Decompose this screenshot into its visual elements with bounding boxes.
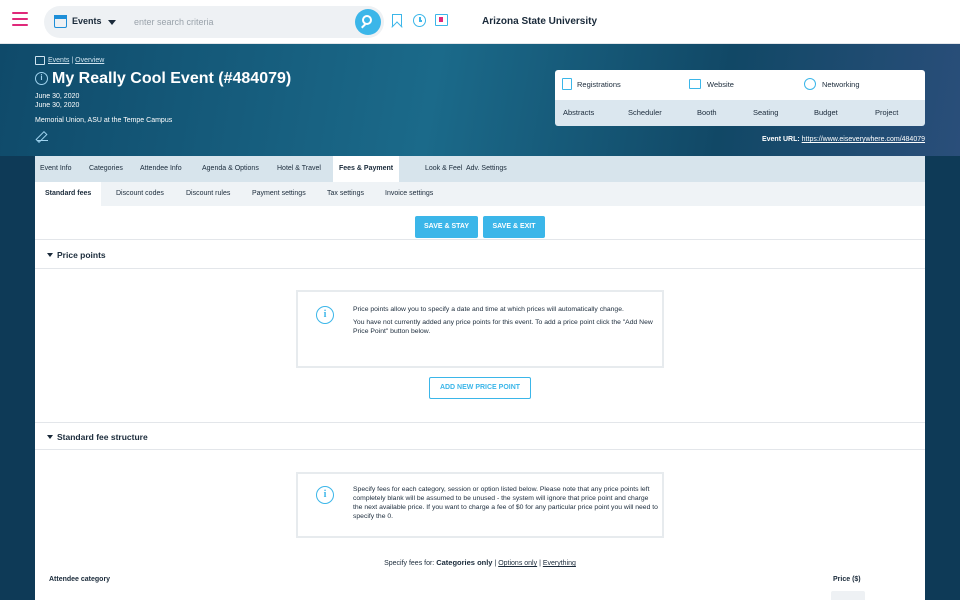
content-panel: Event Info Categories Attendee Info Agen… xyxy=(35,156,925,600)
breadcrumb: Events | Overview xyxy=(48,57,105,64)
event-end-date: June 30, 2020 xyxy=(35,102,80,109)
global-search-bar: Events xyxy=(44,6,384,38)
tab-attendee-info[interactable]: Attendee Info xyxy=(140,165,182,172)
networking-icon xyxy=(804,78,816,90)
event-header: Events | Overview i My Really Cool Event… xyxy=(0,44,960,156)
top-bar: Events Arizona State University xyxy=(0,0,960,44)
breadcrumb-overview[interactable]: Overview xyxy=(75,57,104,64)
subtab-invoice-settings[interactable]: Invoice settings xyxy=(385,190,433,197)
search-input[interactable] xyxy=(134,14,334,30)
quicknav-abstracts[interactable]: Abstracts xyxy=(563,108,594,117)
fee-structure-info-box: i Specify fees for each category, sessio… xyxy=(296,472,664,538)
section-title: Price points xyxy=(57,250,106,260)
tab-adv-settings[interactable]: Adv. Settings xyxy=(466,165,507,172)
search-button[interactable] xyxy=(355,9,381,35)
section-title: Standard fee structure xyxy=(57,432,148,442)
events-icon xyxy=(35,56,45,65)
save-stay-button[interactable]: SAVE & STAY xyxy=(415,216,478,238)
quicknav-registrations[interactable]: Registrations xyxy=(577,80,621,89)
breadcrumb-events[interactable]: Events xyxy=(48,57,69,64)
caret-down-icon xyxy=(47,253,53,257)
price-points-header[interactable]: Price points xyxy=(35,241,925,269)
quicknav-booth[interactable]: Booth xyxy=(697,108,717,117)
fee-filter-current: Categories only xyxy=(436,558,493,567)
price-points-info-text: Price points allow you to specify a date… xyxy=(353,305,653,336)
quicknav-project[interactable]: Project xyxy=(875,108,898,117)
tab-hotel-travel[interactable]: Hotel & Travel xyxy=(277,165,321,172)
page-title: My Really Cool Event (#484079) xyxy=(52,70,292,87)
subtab-tax-settings[interactable]: Tax settings xyxy=(327,190,364,197)
tab-agenda-options[interactable]: Agenda & Options xyxy=(202,165,259,172)
tab-event-info[interactable]: Event Info xyxy=(40,165,72,172)
quicknav-scheduler[interactable]: Scheduler xyxy=(628,108,662,117)
recent-icon[interactable] xyxy=(413,14,426,27)
event-start-date: June 30, 2020 xyxy=(35,93,80,100)
fee-filter-everything[interactable]: Everything xyxy=(543,560,576,567)
add-price-point-button[interactable]: ADD NEW PRICE POINT xyxy=(429,377,531,399)
quicknav-budget[interactable]: Budget xyxy=(814,108,838,117)
quick-nav: Registrations Website Networking Abstrac… xyxy=(555,70,925,126)
info-icon[interactable]: i xyxy=(35,72,48,85)
info-icon: i xyxy=(316,306,334,324)
edit-icon[interactable] xyxy=(37,131,48,141)
quicknav-seating[interactable]: Seating xyxy=(753,108,778,117)
menu-icon[interactable] xyxy=(12,12,28,26)
registrations-icon xyxy=(562,78,572,90)
quicknav-networking[interactable]: Networking xyxy=(822,80,860,89)
fee-filter-options-only[interactable]: Options only xyxy=(498,560,537,567)
fee-structure-info-text: Specify fees for each category, session … xyxy=(353,486,658,520)
action-bar: SAVE & STAY SAVE & EXIT xyxy=(35,206,925,240)
folder-icon[interactable] xyxy=(435,14,448,26)
fee-filter: Specify fees for: Categories only | Opti… xyxy=(384,558,576,567)
subtab-standard-fees[interactable]: Standard fees xyxy=(35,182,102,206)
save-exit-button[interactable]: SAVE & EXIT xyxy=(483,216,545,238)
chevron-down-icon[interactable] xyxy=(108,20,116,25)
caret-down-icon xyxy=(47,435,53,439)
column-header-price: Price ($) xyxy=(833,576,861,583)
subtab-discount-codes[interactable]: Discount codes xyxy=(116,190,164,197)
bookmark-icon[interactable] xyxy=(392,14,402,27)
info-paragraph: You have not currently added any price p… xyxy=(353,319,653,335)
calendar-icon xyxy=(54,15,67,28)
column-header-category: Attendee category xyxy=(49,576,111,583)
fee-structure-header[interactable]: Standard fee structure xyxy=(35,422,925,450)
subtab-payment-settings[interactable]: Payment settings xyxy=(252,190,306,197)
quicknav-website[interactable]: Website xyxy=(707,80,734,89)
subtab-discount-rules[interactable]: Discount rules xyxy=(186,190,230,197)
fee-filter-label: Specify fees for: xyxy=(384,560,435,567)
tab-categories[interactable]: Categories xyxy=(89,165,123,172)
organization-name: Arizona State University xyxy=(482,16,598,27)
module-selector-label[interactable]: Events xyxy=(72,16,102,26)
event-url-link[interactable]: https://www.eiseverywhere.com/484079 xyxy=(802,136,925,143)
sub-tabs: Standard fees Discount codes Discount ru… xyxy=(35,182,925,206)
tab-fees-payment[interactable]: Fees & Payment xyxy=(333,156,400,182)
price-input[interactable] xyxy=(831,591,865,600)
info-paragraph: Price points allow you to specify a date… xyxy=(353,306,624,313)
website-icon xyxy=(689,79,701,89)
tab-look-feel[interactable]: Look & Feel xyxy=(425,165,462,172)
price-points-info-box: i Price points allow you to specify a da… xyxy=(296,290,664,368)
main-tabs: Event Info Categories Attendee Info Agen… xyxy=(35,156,925,182)
event-venue: Memorial Union, ASU at the Tempe Campus xyxy=(35,117,173,124)
event-url-label: Event URL: xyxy=(761,136,800,143)
event-url: Event URL: https://www.eiseverywhere.com… xyxy=(762,136,925,143)
info-icon: i xyxy=(316,486,334,504)
